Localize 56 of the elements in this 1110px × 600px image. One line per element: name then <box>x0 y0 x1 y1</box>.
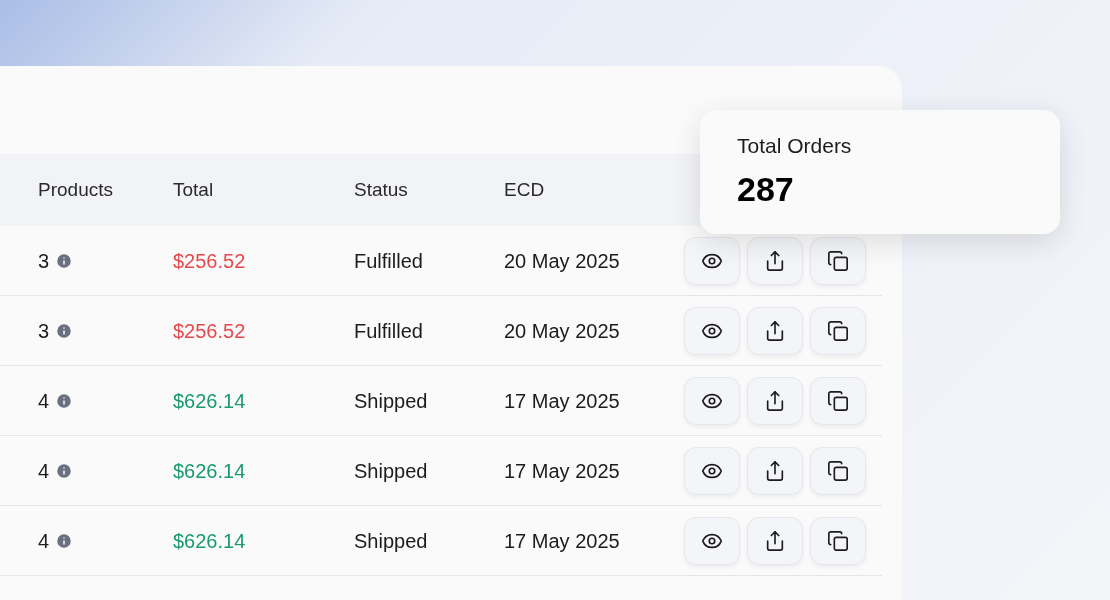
copy-icon <box>827 389 849 412</box>
upload-icon <box>764 459 786 482</box>
table-cell-text: 4 <box>38 528 50 554</box>
copy-icon <box>827 459 849 482</box>
copy-button[interactable] <box>810 306 866 355</box>
info-icon[interactable] <box>55 251 74 270</box>
copy-button[interactable] <box>810 516 866 565</box>
table-cell: Fulfilled <box>354 249 423 272</box>
upload-icon <box>764 529 786 552</box>
view-button[interactable] <box>684 236 740 285</box>
copy-icon <box>827 529 849 552</box>
upload-icon <box>764 389 786 412</box>
table-cell: $256.52 <box>173 249 246 272</box>
copy-button[interactable] <box>810 446 866 495</box>
table-cell: Shipped <box>354 459 428 482</box>
share-button[interactable] <box>747 446 803 495</box>
info-icon[interactable] <box>55 531 74 550</box>
table-cell: 17 May 2025 <box>504 389 620 412</box>
copy-icon <box>827 249 849 272</box>
table-cell: 17 May 2025 <box>504 529 620 552</box>
table-cell: Shipped <box>354 389 428 412</box>
view-button[interactable] <box>684 446 740 495</box>
column-header: Total <box>173 178 214 200</box>
card-value: 287 <box>737 171 795 206</box>
card-title: Total Orders <box>737 133 853 159</box>
view-button[interactable] <box>684 306 740 355</box>
view-button[interactable] <box>684 516 740 565</box>
table-cell: Shipped <box>354 529 428 552</box>
copy-icon <box>827 319 849 342</box>
table-cell: $626.14 <box>173 529 246 552</box>
column-header: Status <box>354 178 408 200</box>
share-button[interactable] <box>747 376 803 425</box>
info-icon[interactable] <box>55 461 74 480</box>
share-button[interactable] <box>747 236 803 285</box>
info-icon[interactable] <box>55 391 74 410</box>
upload-icon <box>764 249 786 272</box>
table-cell-text: 4 <box>38 458 50 484</box>
copy-button[interactable] <box>810 376 866 425</box>
info-icon[interactable] <box>55 321 74 340</box>
upload-icon <box>764 319 786 342</box>
table-cell: 17 May 2025 <box>504 459 620 482</box>
share-button[interactable] <box>747 306 803 355</box>
table-cell: Fulfilled <box>354 319 423 342</box>
table-cell-text: 3 <box>38 248 50 274</box>
column-header: ECD <box>504 178 545 200</box>
share-button[interactable] <box>747 516 803 565</box>
table-cell: 20 May 2025 <box>504 249 620 272</box>
copy-button[interactable] <box>810 236 866 285</box>
table-cell: $626.14 <box>173 389 246 412</box>
table-cell: 20 May 2025 <box>504 319 620 342</box>
table-cell: $626.14 <box>173 459 246 482</box>
table-cell-text: 3 <box>38 318 50 344</box>
column-header: Products <box>38 178 113 200</box>
table-cell: $256.52 <box>173 319 246 342</box>
table-cell-text: 4 <box>38 388 50 414</box>
view-button[interactable] <box>684 376 740 425</box>
